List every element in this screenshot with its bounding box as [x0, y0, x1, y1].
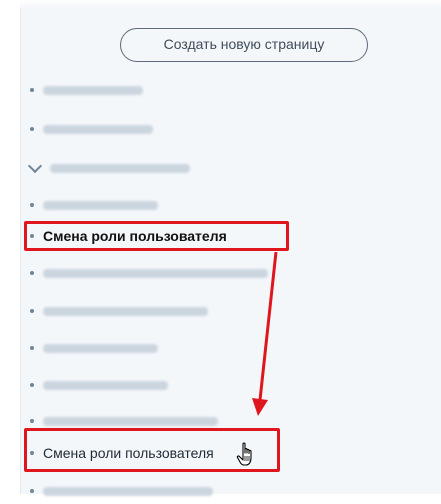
blurred-label: [43, 124, 153, 134]
create-new-page-button[interactable]: Создать новую страницу: [120, 28, 368, 62]
bullet-icon: [30, 419, 34, 423]
bullet-icon: [30, 88, 34, 92]
bullet-icon: [30, 346, 34, 350]
blurred-label: [43, 380, 168, 390]
bullet-icon: [30, 271, 34, 275]
blurred-label: [43, 486, 213, 496]
nav-group-expanded[interactable]: [27, 155, 190, 181]
nav-subitem-blurred-5[interactable]: [30, 372, 168, 398]
blurred-label: [43, 306, 208, 316]
highlight-box-original: [24, 221, 289, 251]
bullet-icon: [30, 203, 34, 207]
blurred-label: [43, 268, 268, 278]
bullet-icon: [30, 383, 34, 387]
nav-subitem-blurred-2[interactable]: [30, 260, 268, 286]
nav-subitem-blurred-3[interactable]: [30, 298, 208, 324]
hand-cursor-icon: [236, 442, 252, 466]
nav-item-blurred-1[interactable]: [30, 77, 143, 103]
blurred-label: [50, 163, 190, 173]
blurred-label: [43, 200, 158, 210]
bullet-icon: [30, 489, 34, 493]
nav-item-blurred-2[interactable]: [30, 116, 153, 142]
bullet-icon: [30, 309, 34, 313]
blurred-label: [43, 85, 143, 95]
bullet-icon: [30, 127, 34, 131]
blurred-label: [43, 343, 158, 353]
panel-top-edge: [20, 0, 441, 8]
nav-subitem-blurred-7[interactable]: [30, 478, 213, 504]
chevron-down-icon[interactable]: [27, 158, 43, 173]
blurred-label: [43, 416, 218, 426]
nav-subitem-blurred-1[interactable]: [30, 192, 158, 218]
nav-subitem-blurred-4[interactable]: [30, 335, 158, 361]
